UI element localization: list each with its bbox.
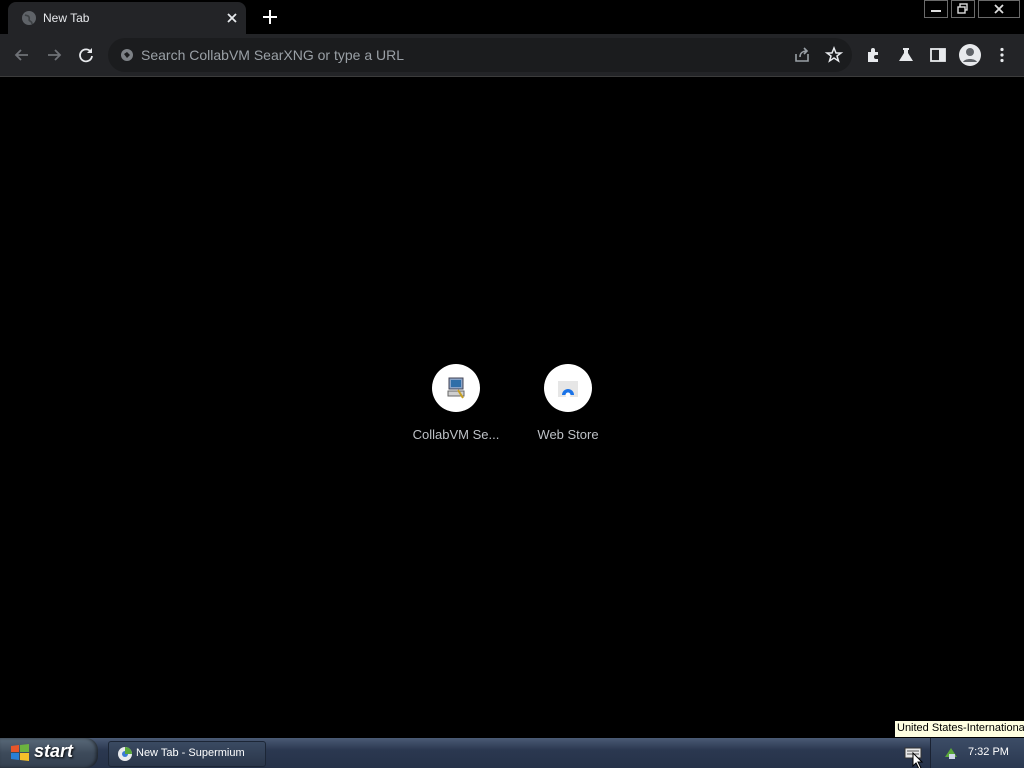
shortcut-icon-circle — [544, 364, 592, 412]
shortcut-label: Web Store — [537, 427, 599, 442]
system-tray: 7:32 PM — [930, 738, 1024, 768]
minimize-button[interactable] — [924, 0, 948, 18]
menu-kebab-icon[interactable] — [992, 45, 1012, 65]
back-arrow-icon[interactable] — [12, 45, 32, 65]
mouse-cursor-icon — [912, 752, 924, 768]
window-controls — [921, 0, 1024, 18]
clock[interactable]: 7:32 PM — [968, 746, 1009, 758]
computer-icon — [447, 377, 465, 399]
web-store-icon — [558, 381, 578, 398]
restore-icon — [957, 3, 968, 14]
minimize-icon — [931, 10, 941, 12]
bookmark-star-icon[interactable] — [824, 45, 844, 65]
close-icon — [994, 4, 1004, 14]
taskbar-item-supermium[interactable]: New Tab - Supermium — [108, 741, 266, 767]
tab-title: New Tab — [43, 11, 90, 25]
forward-arrow-icon[interactable] — [44, 45, 64, 65]
close-window-button[interactable] — [978, 0, 1020, 18]
shortcut-label: CollabVM Se... — [412, 427, 500, 442]
extensions-puzzle-icon[interactable] — [864, 45, 884, 65]
tab-new-tab[interactable]: New Tab — [8, 2, 246, 34]
labs-flask-icon[interactable] — [896, 45, 916, 65]
start-label: start — [34, 741, 74, 761]
screen: New Tab Search CollabVM SearXNG or type … — [0, 0, 1024, 768]
browser-toolbar: Search CollabVM SearXNG or type a URL — [0, 34, 1024, 77]
taskbar-item-label: New Tab - Supermium — [136, 747, 245, 759]
network-icon[interactable] — [943, 745, 959, 761]
tab-strip: New Tab — [0, 0, 1024, 34]
new-tab-button[interactable] — [259, 6, 281, 28]
profile-avatar-icon[interactable] — [958, 43, 982, 67]
windows-logo-icon — [11, 744, 29, 761]
omnibox-placeholder: Search CollabVM SearXNG or type a URL — [141, 47, 404, 63]
shortcut-collabvm[interactable]: CollabVM Se... — [400, 364, 512, 442]
shortcut-web-store[interactable]: Web Store — [512, 364, 624, 442]
supermium-icon — [118, 747, 132, 761]
language-tooltip: United States-International — [894, 720, 1024, 738]
start-button[interactable]: start — [0, 738, 98, 768]
omnibox[interactable]: Search CollabVM SearXNG or type a URL — [108, 38, 852, 72]
share-icon[interactable] — [792, 45, 812, 65]
side-panel-icon[interactable] — [928, 45, 948, 65]
reload-icon[interactable] — [76, 45, 96, 65]
search-engine-icon — [121, 49, 133, 61]
taskbar: start New Tab - Supermium 7:32 PM — [0, 738, 1024, 768]
restore-button[interactable] — [951, 0, 975, 18]
close-tab-icon[interactable] — [224, 10, 240, 26]
shortcut-icon-circle — [432, 364, 480, 412]
globe-icon — [22, 11, 36, 25]
